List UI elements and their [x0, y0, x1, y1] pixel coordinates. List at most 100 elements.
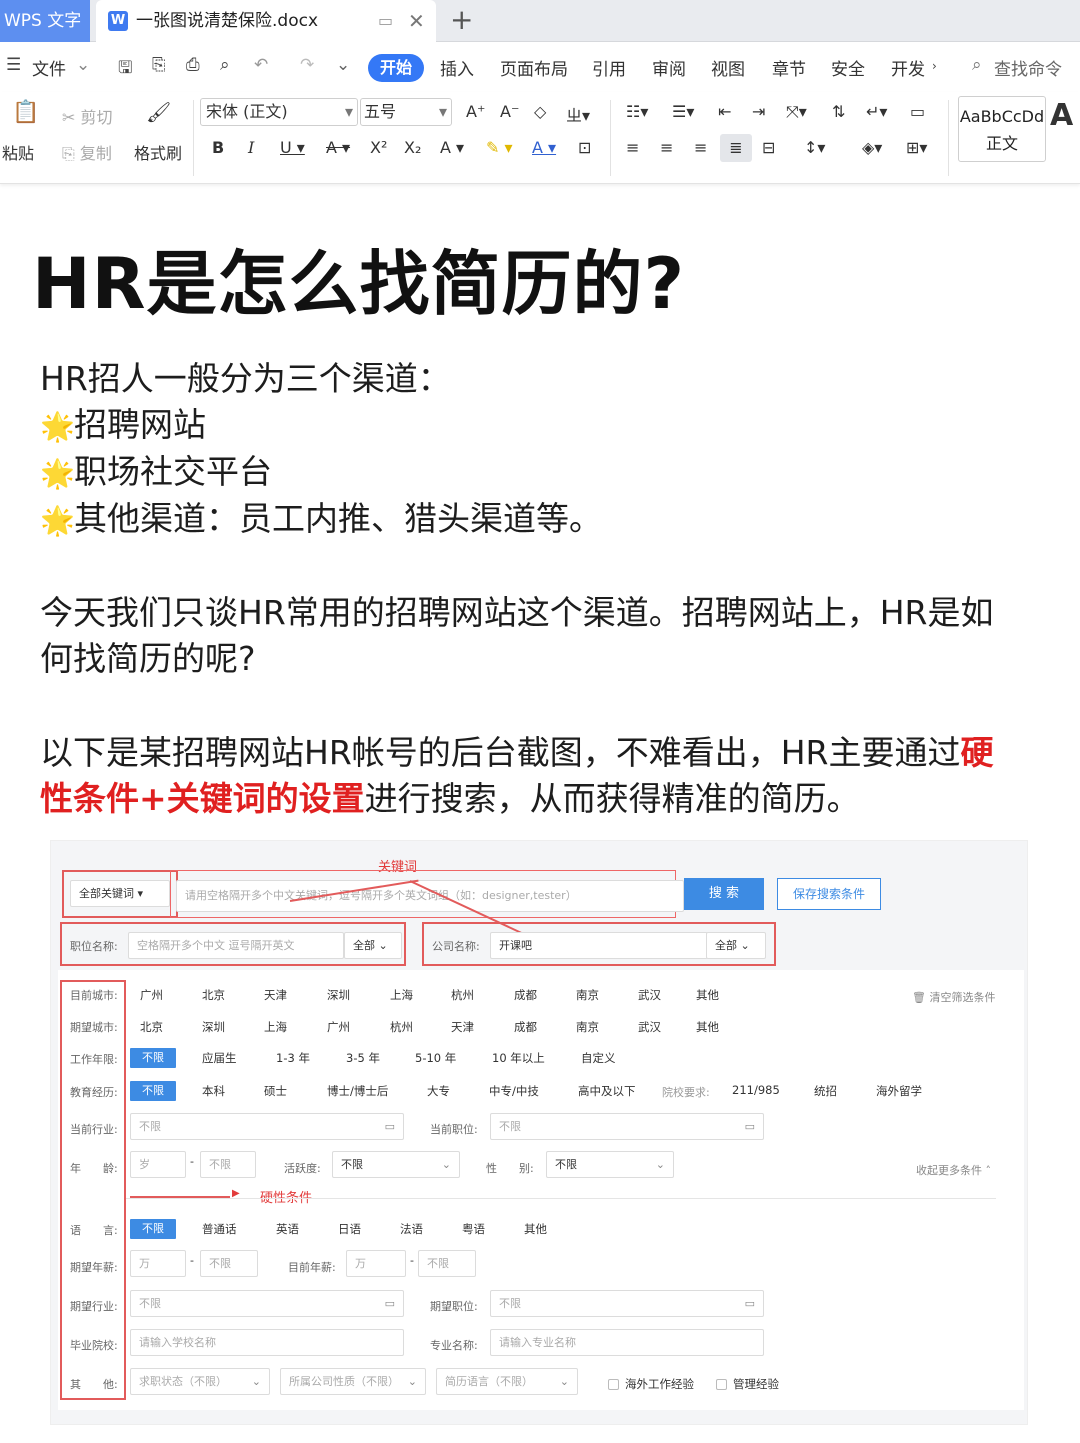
company-scope-select[interactable]: 全部 ⌄	[706, 932, 766, 959]
ruler-icon[interactable]: ▭	[910, 102, 925, 121]
city-option[interactable]: 天津	[264, 987, 287, 1003]
print-icon[interactable]: ⎙	[186, 55, 200, 75]
menu-insert[interactable]: 插入	[440, 55, 474, 80]
highlight-icon[interactable]: ✎ ▾	[486, 138, 513, 157]
years-option[interactable]: 应届生	[202, 1050, 237, 1066]
menu-security[interactable]: 安全	[831, 55, 865, 80]
city-option[interactable]: 南京	[576, 1019, 599, 1035]
edu-option[interactable]: 高中及以下	[578, 1083, 636, 1099]
school-input[interactable]: 请输入学校名称	[130, 1329, 404, 1356]
menu-references[interactable]: 引用	[592, 55, 626, 80]
clear-filters-button[interactable]: 🗑 清空筛选条件	[912, 989, 995, 1005]
tab-wps-app[interactable]: WPS 文字	[0, 0, 90, 42]
school-req-option[interactable]: 211/985	[732, 1083, 780, 1097]
lang-option[interactable]: 法语	[400, 1221, 423, 1237]
copy-button[interactable]: ⎘ 复制	[62, 140, 112, 164]
city-option[interactable]: 成都	[514, 987, 537, 1003]
show-marks-icon[interactable]: ↵▾	[866, 102, 887, 121]
redo-icon[interactable]: ↷	[300, 55, 314, 75]
numbered-list-icon[interactable]: ☰▾	[672, 102, 694, 121]
phonetic-icon[interactable]: ㄓ▾	[566, 102, 590, 126]
lang-option[interactable]: 粤语	[462, 1221, 485, 1237]
menu-start[interactable]: 开始	[368, 54, 424, 82]
distribute-icon[interactable]: ⊟	[762, 138, 775, 157]
edu-option[interactable]: 中专/中技	[489, 1083, 539, 1099]
city-option[interactable]: 深圳	[202, 1019, 225, 1035]
city-option[interactable]: 广州	[140, 987, 163, 1003]
sort-icon[interactable]: ⇅	[832, 102, 845, 121]
gender-select[interactable]: 不限 ⌄	[546, 1151, 674, 1178]
text-direction-icon[interactable]: ⤧▾	[786, 102, 807, 122]
major-input[interactable]: 请输入专业名称	[490, 1329, 764, 1356]
menu-developer[interactable]: 开发	[891, 55, 925, 80]
menu-review[interactable]: 审阅	[652, 55, 686, 80]
lang-option[interactable]: 其他	[524, 1221, 547, 1237]
justify-icon[interactable]: ≣	[720, 134, 752, 162]
bullet-list-icon[interactable]: ☷▾	[626, 102, 648, 121]
edu-option-selected[interactable]: 不限	[130, 1081, 176, 1101]
years-option[interactable]: 3-5 年	[346, 1050, 380, 1066]
city-option[interactable]: 天津	[451, 1019, 474, 1035]
undo-icon[interactable]: ↶	[254, 55, 268, 75]
borders-icon[interactable]: ⊞▾	[906, 138, 927, 157]
city-option[interactable]: 南京	[576, 987, 599, 1003]
font-family-select[interactable]: 宋体 (正文) ▾	[200, 98, 358, 126]
position-input[interactable]: 不限 ▭	[490, 1113, 764, 1140]
decrease-indent-icon[interactable]: ⇤	[718, 102, 731, 121]
chevron-down-icon[interactable]: ⌄	[76, 55, 90, 75]
text-effect-icon[interactable]: A ▾	[440, 138, 464, 157]
exp-position-input[interactable]: 不限 ▭	[490, 1290, 764, 1317]
clear-format-icon[interactable]: ◇	[534, 102, 546, 121]
menu-file[interactable]: 文件	[32, 55, 66, 80]
exp-salary-to[interactable]: 不限	[200, 1250, 258, 1277]
cur-salary-from[interactable]: 万	[346, 1250, 406, 1277]
job-scope-select[interactable]: 全部 ⌄	[344, 932, 402, 959]
age-to-input[interactable]: 不限	[200, 1151, 256, 1178]
strikethrough-icon[interactable]: A ▾	[326, 138, 350, 157]
customize-icon[interactable]: ⌄	[336, 55, 350, 75]
underline-icon[interactable]: U ▾	[280, 138, 305, 157]
management-exp-checkbox[interactable]: 管理经验	[716, 1376, 779, 1392]
superscript-icon[interactable]: X²	[370, 138, 387, 157]
edu-option[interactable]: 硕士	[264, 1083, 287, 1099]
job-status-select[interactable]: 求职状态（不限） ⌄	[130, 1368, 270, 1395]
paste-icon[interactable]: 📋	[12, 100, 39, 125]
school-req-option[interactable]: 海外留学	[876, 1083, 922, 1099]
search-button[interactable]: 搜 索	[684, 878, 764, 910]
exp-salary-from[interactable]: 万	[130, 1250, 186, 1277]
years-option[interactable]: 5-10 年	[415, 1050, 456, 1066]
export-icon[interactable]: ⎘	[152, 55, 166, 75]
format-painter-icon[interactable]: 🖌	[146, 100, 171, 124]
years-option-selected[interactable]: 不限	[130, 1048, 176, 1068]
lang-option[interactable]: 日语	[338, 1221, 361, 1237]
shrink-font-icon[interactable]: A⁻	[500, 102, 519, 121]
menu-view[interactable]: 视图	[711, 55, 745, 80]
years-option[interactable]: 自定义	[581, 1050, 616, 1066]
edu-option[interactable]: 本科	[202, 1083, 225, 1099]
industry-input[interactable]: 不限 ▭	[130, 1113, 404, 1140]
city-option[interactable]: 北京	[140, 1019, 163, 1035]
style-normal[interactable]: AaBbCcDd 正文	[958, 96, 1046, 162]
font-color-icon[interactable]: A ▾	[532, 138, 556, 157]
years-option[interactable]: 1-3 年	[276, 1050, 310, 1066]
years-option[interactable]: 10 年以上	[492, 1050, 545, 1066]
font-size-select[interactable]: 五号 ▾	[360, 98, 452, 126]
style-heading[interactable]: A	[1050, 98, 1073, 133]
city-option[interactable]: 杭州	[390, 1019, 413, 1035]
format-painter-button[interactable]: 格式刷	[134, 140, 182, 164]
active-select[interactable]: 不限 ⌄	[332, 1151, 460, 1178]
align-right-icon[interactable]: ≡	[694, 138, 707, 157]
city-option[interactable]: 武汉	[638, 987, 661, 1003]
keyword-scope-select[interactable]: 全部关键词 ▾	[70, 880, 170, 907]
chevron-right-icon[interactable]: ›	[932, 59, 937, 73]
save-icon[interactable]: 🖫	[118, 55, 132, 84]
search-command[interactable]: 查找命令	[994, 55, 1062, 80]
close-icon[interactable]: ✕	[408, 0, 425, 42]
city-option[interactable]: 其他	[696, 1019, 719, 1035]
cut-button[interactable]: ✂ 剪切	[62, 104, 113, 128]
city-option[interactable]: 其他	[696, 987, 719, 1003]
lang-option-selected[interactable]: 不限	[130, 1219, 176, 1239]
company-input[interactable]: 开课吧	[490, 932, 708, 959]
lang-option[interactable]: 普通话	[202, 1221, 237, 1237]
city-option[interactable]: 深圳	[327, 987, 350, 1003]
